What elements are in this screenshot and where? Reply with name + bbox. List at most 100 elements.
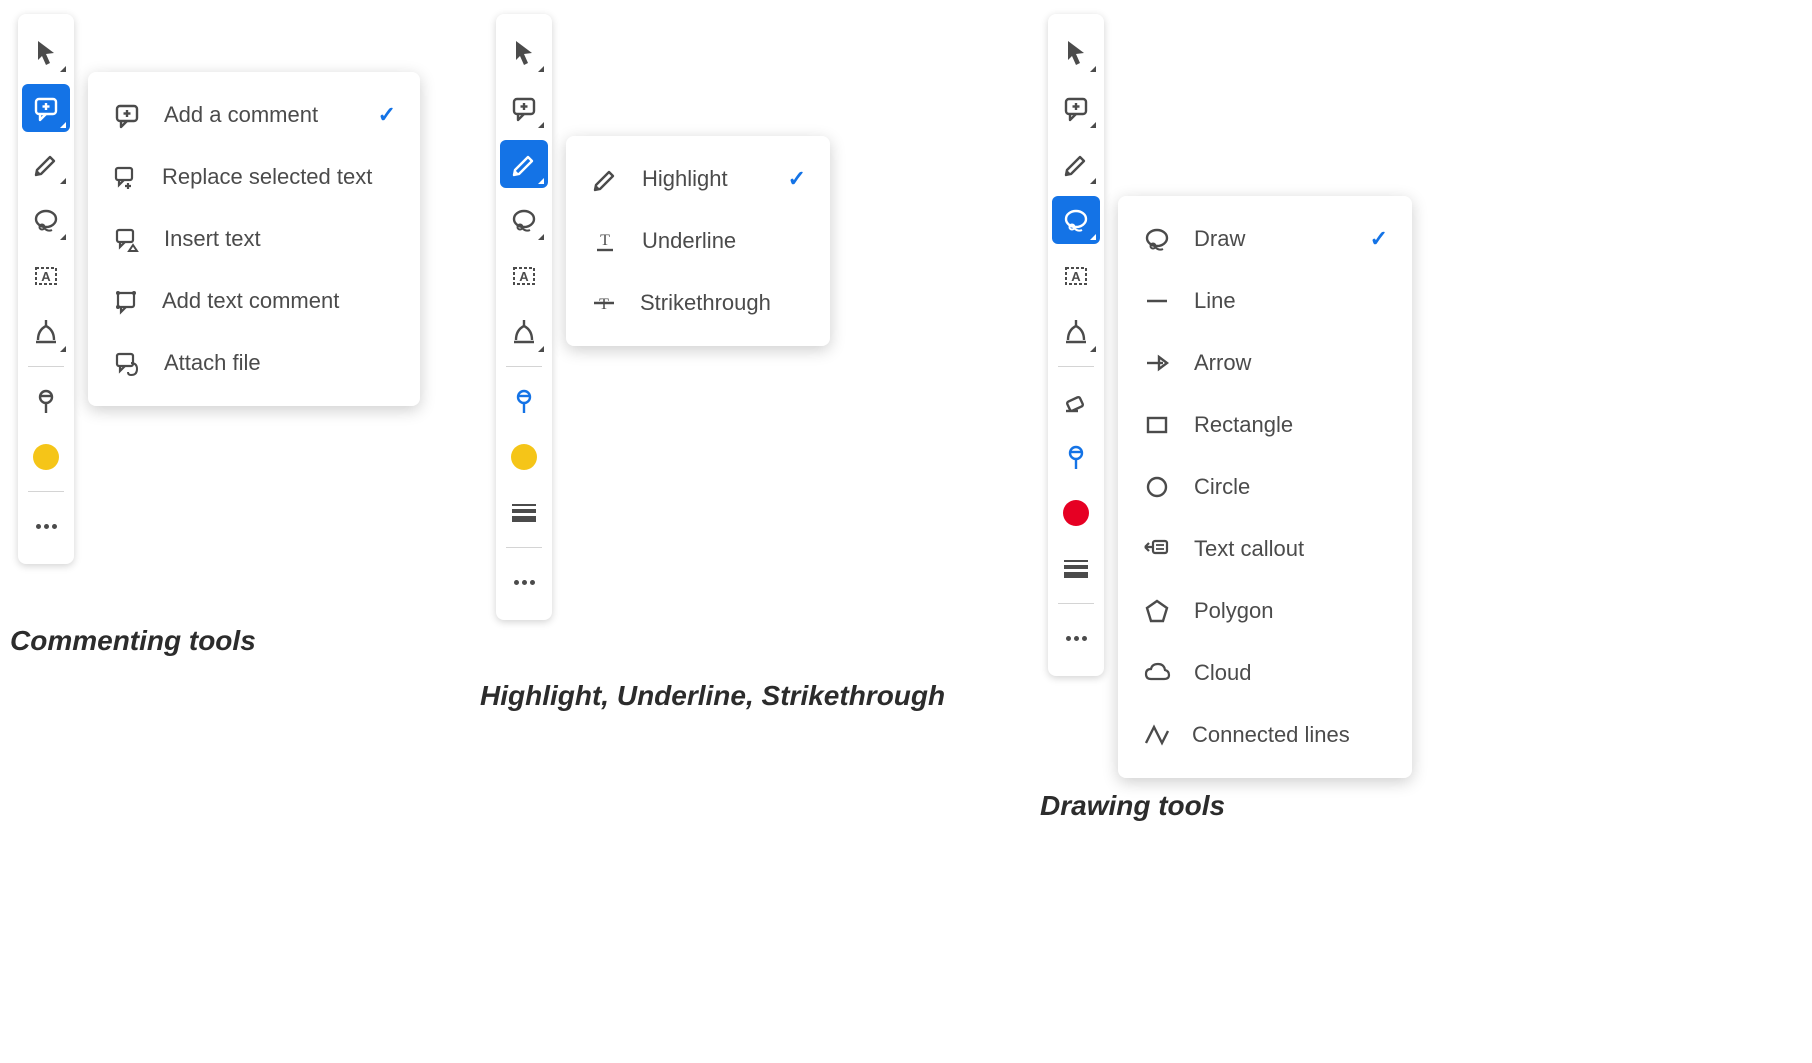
menu-label: Circle [1194,474,1328,500]
color-swatch[interactable] [500,433,548,481]
caption-commenting: Commenting tools [10,625,256,657]
circle-icon [1142,473,1172,501]
menu-label: Add text comment [162,288,339,314]
menu-cloud[interactable]: Cloud ✓ [1118,642,1412,704]
line-thickness-button[interactable] [500,489,548,537]
menu-polygon[interactable]: Polygon ✓ [1118,580,1412,642]
menu-circle[interactable]: Circle ✓ [1118,456,1412,518]
caption-highlight: Highlight, Underline, Strikethrough [480,680,945,712]
menu-label: Attach file [164,350,336,376]
menu-label: Text callout [1194,536,1328,562]
line-icon [1142,287,1172,315]
menu-label: Cloud [1194,660,1328,686]
panel-commenting: Add a comment ✓ Replace selected text ✓ … [18,14,74,564]
highlight-tool[interactable] [22,140,70,188]
menu-label: Connected lines [1192,722,1350,748]
menu-label: Insert text [164,226,336,252]
color-swatch[interactable] [22,433,70,481]
highlight-flyout: Highlight ✓ Underline ✓ Strikethrough ✓ [566,136,830,346]
signature-tool[interactable] [1052,308,1100,356]
caption-drawing: Drawing tools [1040,790,1225,822]
selection-tool[interactable] [500,28,548,76]
strikethrough-icon [590,289,618,317]
draw-tool[interactable] [22,196,70,244]
add-comment-tool[interactable] [500,84,548,132]
highlight-tool[interactable] [1052,140,1100,188]
polygon-icon [1142,597,1172,625]
selection-tool[interactable] [1052,28,1100,76]
menu-text-callout[interactable]: Text callout ✓ [1118,518,1412,580]
selection-tool[interactable] [22,28,70,76]
menu-label: Strikethrough [640,290,771,316]
highlight-tool[interactable] [500,140,548,188]
menu-label: Replace selected text [162,164,372,190]
separator [28,366,64,367]
toolbar-a [18,14,74,564]
menu-rectangle[interactable]: Rectangle ✓ [1118,394,1412,456]
line-thickness-icon [1064,557,1088,581]
connected-lines-icon [1142,721,1170,749]
highlight-icon [590,165,620,193]
menu-label: Add a comment [164,102,336,128]
menu-strikethrough[interactable]: Strikethrough ✓ [566,272,830,334]
menu-label: Draw [1194,226,1328,252]
more-icon [1066,636,1087,641]
add-comment-tool[interactable] [22,84,70,132]
separator [28,491,64,492]
eraser-tool[interactable] [1052,377,1100,425]
insert-text-icon [112,225,142,253]
add-comment-tool[interactable] [1052,84,1100,132]
menu-insert-text[interactable]: Insert text ✓ [88,208,420,270]
separator [506,547,542,548]
menu-line[interactable]: Line ✓ [1118,270,1412,332]
pin-tool[interactable] [22,377,70,425]
menu-connected-lines[interactable]: Connected lines ✓ [1118,704,1412,766]
separator [506,366,542,367]
arrow-icon [1142,349,1172,377]
menu-label: Rectangle [1194,412,1328,438]
toolbar-c [1048,14,1104,676]
menu-draw[interactable]: Draw ✓ [1118,208,1412,270]
toolbar-b [496,14,552,620]
underline-icon [590,227,620,255]
more-icon [36,524,57,529]
menu-label: Highlight [642,166,746,192]
signature-tool[interactable] [500,308,548,356]
text-comment-icon [112,287,140,315]
pin-tool[interactable] [1052,433,1100,481]
menu-label: Line [1194,288,1328,314]
textbox-tool[interactable] [22,252,70,300]
menu-add-text-comment[interactable]: Add text comment ✓ [88,270,420,332]
signature-tool[interactable] [22,308,70,356]
separator [1058,603,1094,604]
textbox-tool[interactable] [500,252,548,300]
more-button[interactable] [1052,614,1100,662]
menu-attach-file[interactable]: Attach file ✓ [88,332,420,394]
line-thickness-button[interactable] [1052,545,1100,593]
rectangle-icon [1142,411,1172,439]
menu-arrow[interactable]: Arrow ✓ [1118,332,1412,394]
menu-underline[interactable]: Underline ✓ [566,210,830,272]
draw-icon [1142,225,1172,253]
draw-tool[interactable] [1052,196,1100,244]
color-swatch[interactable] [1052,489,1100,537]
commenting-flyout: Add a comment ✓ Replace selected text ✓ … [88,72,420,406]
cloud-icon [1142,659,1172,687]
menu-highlight[interactable]: Highlight ✓ [566,148,830,210]
pin-tool[interactable] [500,377,548,425]
draw-tool[interactable] [500,196,548,244]
separator [1058,366,1094,367]
checkmark-icon: ✓ [378,102,396,128]
textbox-tool[interactable] [1052,252,1100,300]
menu-add-comment[interactable]: Add a comment ✓ [88,84,420,146]
checkmark-icon: ✓ [788,166,806,192]
more-icon [514,580,535,585]
more-button[interactable] [500,558,548,606]
menu-replace-text[interactable]: Replace selected text ✓ [88,146,420,208]
more-button[interactable] [22,502,70,550]
add-comment-icon [112,101,142,129]
menu-label: Underline [642,228,746,254]
line-thickness-icon [512,501,536,525]
drawing-flyout: Draw ✓ Line ✓ Arrow ✓ Rectangle ✓ Circle… [1118,196,1412,778]
menu-label: Polygon [1194,598,1328,624]
